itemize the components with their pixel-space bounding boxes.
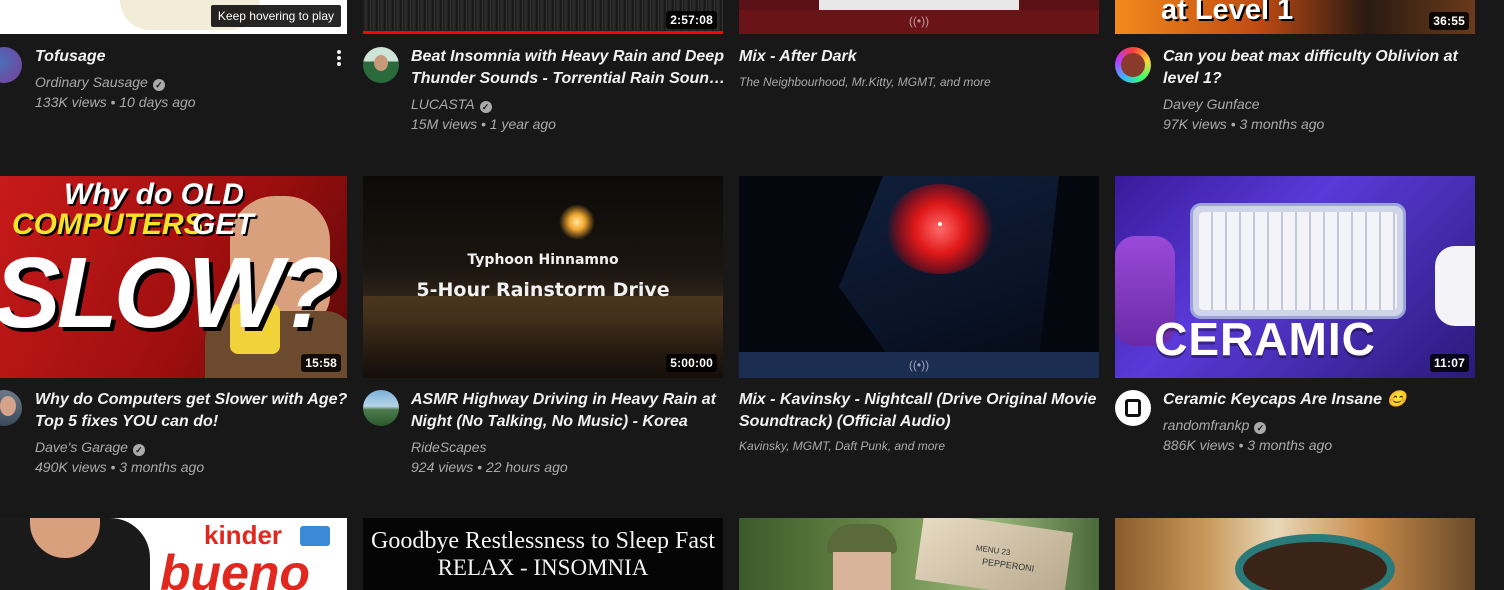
video-title[interactable]: Ceramic Keycaps Are Insane 😊 (1163, 389, 1406, 411)
video-title[interactable]: Why do Computers get Slower with Age? (35, 389, 347, 411)
thumbnail-art (819, 0, 1019, 10)
mix-title[interactable]: Mix - Kavinsky - Nightcall (Drive Origin… (739, 389, 1096, 411)
video-stats: 924 views • 22 hours ago (411, 459, 568, 475)
check-circle-icon: ✓ (152, 79, 165, 91)
thumbnail-text: 5-Hour Rainstorm Drive (416, 279, 670, 301)
video-thumbnail[interactable]: Why do OLD COMPUTERS GET SLOW? 15:58 (0, 176, 347, 378)
video-title[interactable]: Can you beat max difficulty Oblivion at (1163, 46, 1458, 68)
more-vert-icon[interactable] (333, 49, 345, 67)
check-circle-icon: ✓ (1254, 422, 1267, 434)
video-thumbnail[interactable] (1115, 518, 1475, 590)
video-stats: 133K views • 10 days ago (35, 94, 196, 110)
video-thumbnail[interactable]: kinder bueno (0, 518, 347, 590)
mre-pouch: MENU 23 PEPPERONI (914, 518, 1074, 590)
thumbnail-text: CERAMIC (1154, 313, 1376, 365)
mouse (1435, 246, 1475, 326)
thumbnail-text: bueno (160, 545, 310, 590)
mix-thumbnail[interactable]: ((•)) (739, 176, 1099, 378)
channel-avatar[interactable] (1115, 390, 1151, 426)
dutch-oven (1235, 534, 1395, 590)
video-duration: 5:00:00 (666, 354, 717, 372)
video-thumbnail[interactable]: 2:57:08 (363, 0, 723, 34)
channel-name[interactable]: RideScapes (411, 437, 487, 457)
check-circle-icon: ✓ (479, 101, 492, 113)
video-stats: 490K views • 3 months ago (35, 459, 205, 475)
channel-name[interactable]: randomfrankp ✓ (1163, 415, 1267, 435)
thumbnail-person (0, 518, 150, 590)
video-title[interactable]: Beat Insomnia with Heavy Rain and Deep (411, 46, 724, 68)
channel-name[interactable]: LUCASTA ✓ (411, 94, 492, 114)
hover-hint: Keep hovering to play (210, 5, 341, 27)
video-thumbnail[interactable]: Keep hovering to play (0, 0, 347, 34)
channel-avatar[interactable] (363, 47, 399, 83)
video-title-line2[interactable]: Night (No Talking, No Music) - Korea (411, 411, 688, 433)
video-title-line2[interactable]: level 1? (1163, 68, 1222, 90)
thumbnail-text: Why do OLD (64, 178, 244, 211)
mix-artists: The Neighbourhood, Mr.Kitty, MGMT, and m… (739, 75, 991, 89)
video-stats: 97K views • 3 months ago (1163, 116, 1325, 132)
channel-avatar[interactable] (1115, 47, 1151, 83)
video-thumbnail[interactable]: at Level 1 36:55 (1115, 0, 1475, 34)
video-duration: 2:57:08 (666, 11, 717, 29)
thumbnail-text: RELAX - INSOMNIA (437, 555, 649, 580)
channel-name[interactable]: Davey Gunface (1163, 94, 1260, 114)
watch-progress-bar (363, 31, 723, 34)
mix-artists: Kavinsky, MGMT, Daft Punk, and more (739, 439, 946, 453)
thumbnail-text: at Level 1 (1161, 0, 1294, 26)
red-glow (885, 184, 995, 274)
mix-title[interactable]: Mix - After Dark (739, 46, 857, 68)
radio-broadcast-icon: ((•)) (908, 14, 930, 28)
video-duration: 15:58 (301, 354, 341, 372)
video-duration: 11:07 (1429, 354, 1469, 372)
video-duration: 36:55 (1429, 12, 1469, 30)
video-thumbnail[interactable]: MENU 23 PEPPERONI (739, 518, 1099, 590)
radio-broadcast-icon: ((•)) (908, 358, 930, 372)
video-stats: 15M views • 1 year ago (411, 116, 556, 132)
video-thumbnail[interactable]: Goodbye Restlessness to Sleep Fast RELAX… (363, 518, 723, 590)
thumbnail-text: Typhoon Hinnamno (467, 252, 619, 268)
camo-hat (827, 524, 897, 554)
video-title-line2[interactable]: Thunder Sounds - Torrential Rain Soun… (411, 68, 725, 90)
keyboard (1193, 206, 1403, 316)
check-circle-icon: ✓ (132, 444, 145, 456)
channel-name[interactable]: Ordinary Sausage ✓ (35, 72, 165, 92)
video-thumbnail[interactable]: Typhoon Hinnamno 5-Hour Rainstorm Drive … (363, 176, 723, 378)
mix-thumbnail[interactable]: ((•)) (739, 0, 1099, 34)
video-thumbnail[interactable]: CERAMIC 11:07 (1115, 176, 1475, 378)
channel-name[interactable]: Dave's Garage ✓ (35, 437, 145, 457)
mix-title-line2[interactable]: Soundtrack) (Official Audio) (739, 411, 951, 433)
channel-avatar[interactable] (0, 390, 22, 426)
video-stats: 886K views • 3 months ago (1163, 437, 1333, 453)
channel-avatar[interactable] (0, 47, 22, 83)
video-title-line2[interactable]: Top 5 fixes YOU can do! (35, 411, 218, 433)
thumbnail-text: SLOW? (0, 237, 339, 349)
street-light (559, 204, 595, 240)
channel-avatar[interactable] (363, 390, 399, 426)
thumbnail-text: Goodbye Restlessness to Sleep Fast (371, 528, 715, 554)
video-title[interactable]: Tofusage (35, 46, 106, 68)
video-title[interactable]: ASMR Highway Driving in Heavy Rain at (411, 389, 716, 411)
